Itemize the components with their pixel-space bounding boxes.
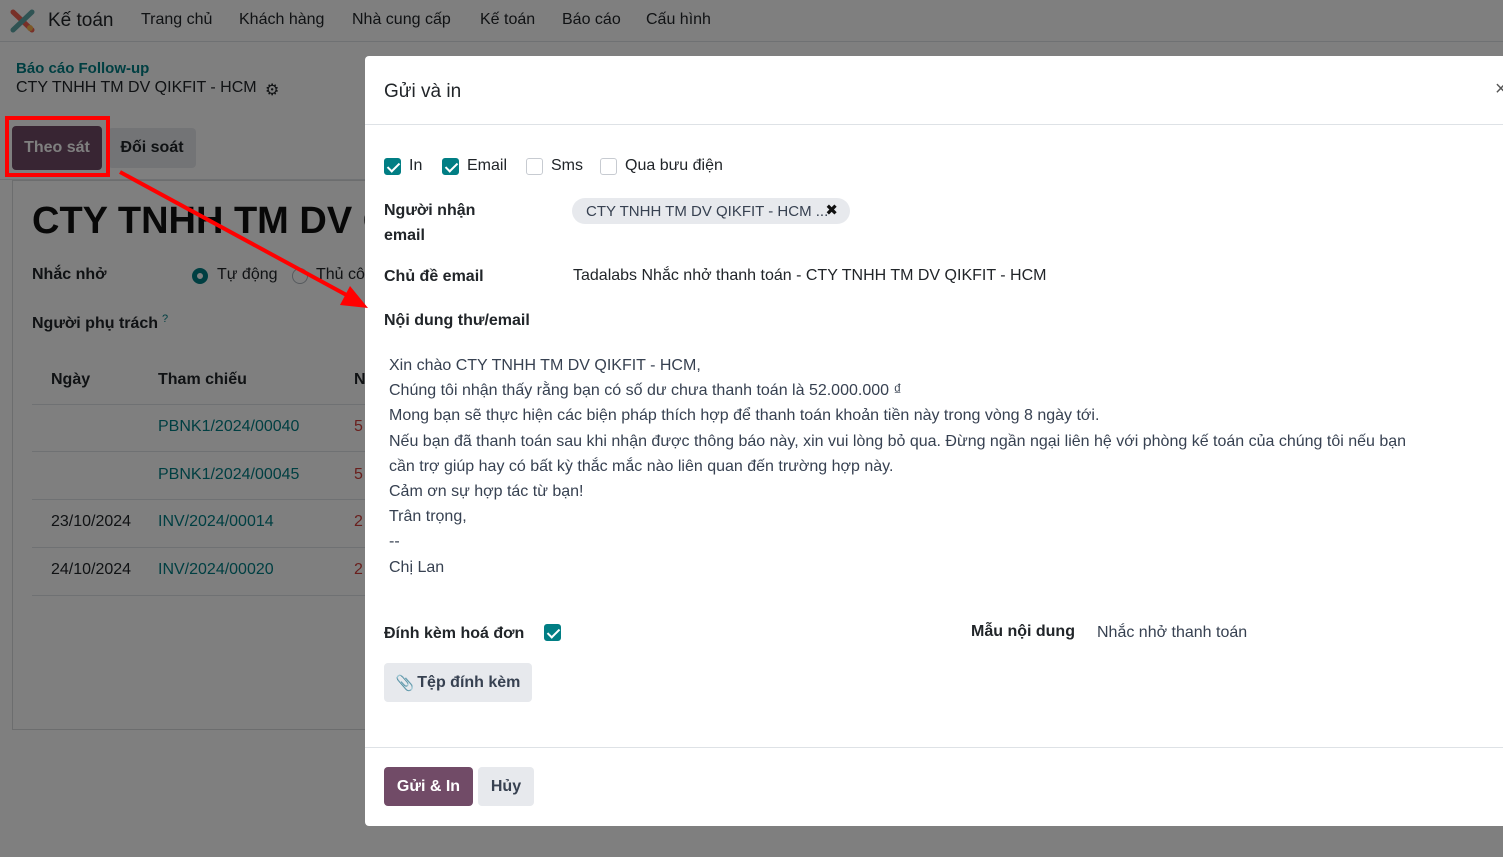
recipient-tag[interactable]: CTY TNHH TM DV QIKFIT - HCM ... ✖	[572, 198, 850, 224]
email-label[interactable]: Email	[467, 157, 507, 175]
body-line: Nếu bạn đã thanh toán sau khi nhận được …	[389, 432, 1407, 450]
body-label: Nội dung thư/email	[384, 312, 530, 329]
attachments-button[interactable]: 📎 Tệp đính kèm	[384, 663, 532, 702]
subject-label: Chủ đề email	[384, 268, 484, 285]
template-label: Mẫu nội dung	[971, 623, 1075, 640]
template-field[interactable]: Nhắc nhở thanh toán	[1097, 624, 1247, 642]
body-line: Cảm ơn sự hợp tác từ bạn!	[389, 483, 584, 501]
send-and-print-button[interactable]: Gửi & In	[384, 767, 473, 806]
body-line: Trân trọng,	[389, 508, 467, 526]
recipients-label-line-2: email	[384, 227, 425, 244]
post-label[interactable]: Qua bưu điện	[625, 157, 723, 175]
dialog-footer-divider	[365, 747, 1503, 748]
recipients-label-line-1: Người nhận	[384, 202, 476, 219]
sms-checkbox[interactable]	[526, 158, 543, 175]
close-icon[interactable]: ×	[1495, 78, 1503, 101]
email-checkbox[interactable]	[442, 158, 459, 175]
dialog-title: Gửi và in	[384, 81, 462, 102]
annotation-highlight-box	[5, 116, 110, 177]
attach-invoice-label: Đính kèm hoá đơn	[384, 625, 525, 642]
sms-label[interactable]: Sms	[551, 157, 583, 175]
cancel-button[interactable]: Hủy	[478, 767, 534, 806]
print-label[interactable]: In	[409, 157, 422, 175]
remove-tag-icon[interactable]: ✖	[825, 201, 838, 219]
body-line: Mong bạn sẽ thực hiện các biện pháp thíc…	[389, 407, 1100, 425]
recipients-label: Người nhận email	[384, 198, 475, 248]
print-checkbox[interactable]	[384, 158, 401, 175]
paperclip-icon: 📎	[395, 674, 415, 692]
recipient-tag-label: CTY TNHH TM DV QIKFIT - HCM ...	[586, 202, 829, 220]
attach-invoice-checkbox[interactable]	[544, 624, 561, 641]
body-line: Xin chào CTY TNHH TM DV QIKFIT - HCM,	[389, 357, 701, 374]
attachments-button-label: Tệp đính kèm	[417, 673, 521, 691]
post-checkbox[interactable]	[600, 158, 617, 175]
subject-field[interactable]: Tadalabs Nhắc nhở thanh toán - CTY TNHH …	[573, 267, 1046, 285]
body-line: cần trợ giúp hay có bất kỳ thắc mắc nào …	[389, 457, 894, 475]
body-line: Chị Lan	[389, 558, 445, 576]
body-line: --	[389, 533, 400, 551]
dialog-header: Gửi và in ×	[365, 56, 1503, 125]
body-line: Chúng tôi nhận thấy rằng bạn có số dư ch…	[389, 382, 902, 400]
email-body-editor[interactable]: Xin chào CTY TNHH TM DV QIKFIT - HCM, Ch…	[389, 353, 1489, 580]
